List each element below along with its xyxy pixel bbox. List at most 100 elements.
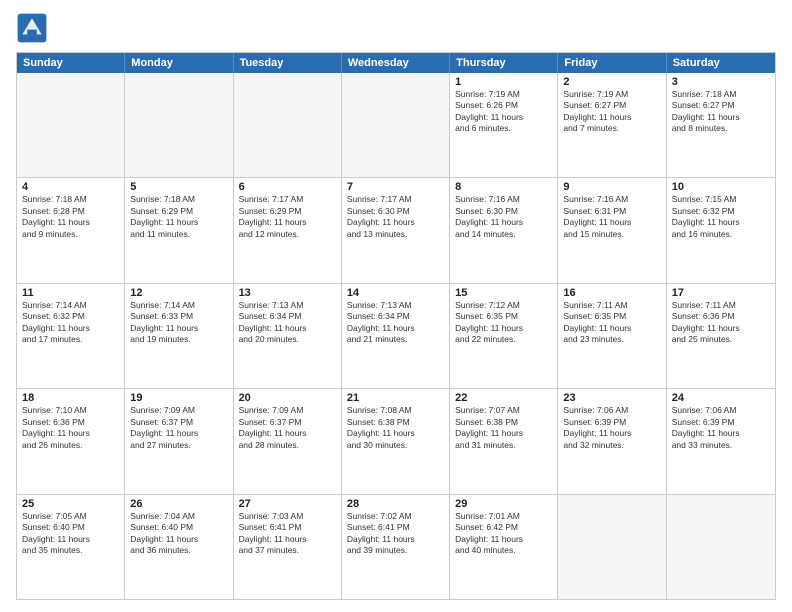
day-number: 8 bbox=[455, 181, 552, 193]
day-number: 19 bbox=[130, 392, 227, 404]
day-info: Sunrise: 7:01 AM Sunset: 6:42 PM Dayligh… bbox=[455, 511, 552, 557]
cal-day-18: 18Sunrise: 7:10 AM Sunset: 6:36 PM Dayli… bbox=[17, 389, 125, 493]
cal-day-29: 29Sunrise: 7:01 AM Sunset: 6:42 PM Dayli… bbox=[450, 495, 558, 599]
day-info: Sunrise: 7:15 AM Sunset: 6:32 PM Dayligh… bbox=[672, 194, 770, 240]
header-day-tuesday: Tuesday bbox=[234, 53, 342, 73]
day-number: 2 bbox=[563, 76, 660, 88]
day-info: Sunrise: 7:14 AM Sunset: 6:33 PM Dayligh… bbox=[130, 300, 227, 346]
day-number: 26 bbox=[130, 498, 227, 510]
day-info: Sunrise: 7:04 AM Sunset: 6:40 PM Dayligh… bbox=[130, 511, 227, 557]
cal-day-22: 22Sunrise: 7:07 AM Sunset: 6:38 PM Dayli… bbox=[450, 389, 558, 493]
day-info: Sunrise: 7:09 AM Sunset: 6:37 PM Dayligh… bbox=[130, 405, 227, 451]
day-info: Sunrise: 7:06 AM Sunset: 6:39 PM Dayligh… bbox=[563, 405, 660, 451]
day-number: 22 bbox=[455, 392, 552, 404]
day-number: 20 bbox=[239, 392, 336, 404]
header-day-wednesday: Wednesday bbox=[342, 53, 450, 73]
day-number: 13 bbox=[239, 287, 336, 299]
cal-day-empty bbox=[667, 495, 775, 599]
cal-day-9: 9Sunrise: 7:16 AM Sunset: 6:31 PM Daylig… bbox=[558, 178, 666, 282]
day-info: Sunrise: 7:19 AM Sunset: 6:26 PM Dayligh… bbox=[455, 89, 552, 135]
header-area bbox=[16, 12, 776, 44]
cal-week-4: 18Sunrise: 7:10 AM Sunset: 6:36 PM Dayli… bbox=[17, 388, 775, 493]
cal-day-3: 3Sunrise: 7:18 AM Sunset: 6:27 PM Daylig… bbox=[667, 73, 775, 177]
cal-day-21: 21Sunrise: 7:08 AM Sunset: 6:38 PM Dayli… bbox=[342, 389, 450, 493]
day-info: Sunrise: 7:18 AM Sunset: 6:28 PM Dayligh… bbox=[22, 194, 119, 240]
header-day-monday: Monday bbox=[125, 53, 233, 73]
day-number: 4 bbox=[22, 181, 119, 193]
day-info: Sunrise: 7:06 AM Sunset: 6:39 PM Dayligh… bbox=[672, 405, 770, 451]
day-number: 3 bbox=[672, 76, 770, 88]
cal-day-28: 28Sunrise: 7:02 AM Sunset: 6:41 PM Dayli… bbox=[342, 495, 450, 599]
day-number: 1 bbox=[455, 76, 552, 88]
cal-day-empty bbox=[342, 73, 450, 177]
day-info: Sunrise: 7:10 AM Sunset: 6:36 PM Dayligh… bbox=[22, 405, 119, 451]
day-info: Sunrise: 7:12 AM Sunset: 6:35 PM Dayligh… bbox=[455, 300, 552, 346]
day-number: 15 bbox=[455, 287, 552, 299]
calendar: SundayMondayTuesdayWednesdayThursdayFrid… bbox=[16, 52, 776, 600]
cal-body: 1Sunrise: 7:19 AM Sunset: 6:26 PM Daylig… bbox=[17, 73, 775, 599]
day-info: Sunrise: 7:13 AM Sunset: 6:34 PM Dayligh… bbox=[347, 300, 444, 346]
day-info: Sunrise: 7:18 AM Sunset: 6:29 PM Dayligh… bbox=[130, 194, 227, 240]
cal-day-27: 27Sunrise: 7:03 AM Sunset: 6:41 PM Dayli… bbox=[234, 495, 342, 599]
header-day-thursday: Thursday bbox=[450, 53, 558, 73]
cal-day-20: 20Sunrise: 7:09 AM Sunset: 6:37 PM Dayli… bbox=[234, 389, 342, 493]
cal-day-4: 4Sunrise: 7:18 AM Sunset: 6:28 PM Daylig… bbox=[17, 178, 125, 282]
cal-week-2: 4Sunrise: 7:18 AM Sunset: 6:28 PM Daylig… bbox=[17, 177, 775, 282]
day-number: 12 bbox=[130, 287, 227, 299]
cal-day-1: 1Sunrise: 7:19 AM Sunset: 6:26 PM Daylig… bbox=[450, 73, 558, 177]
cal-day-17: 17Sunrise: 7:11 AM Sunset: 6:36 PM Dayli… bbox=[667, 284, 775, 388]
cal-day-23: 23Sunrise: 7:06 AM Sunset: 6:39 PM Dayli… bbox=[558, 389, 666, 493]
cal-week-1: 1Sunrise: 7:19 AM Sunset: 6:26 PM Daylig… bbox=[17, 73, 775, 177]
day-number: 25 bbox=[22, 498, 119, 510]
cal-week-5: 25Sunrise: 7:05 AM Sunset: 6:40 PM Dayli… bbox=[17, 494, 775, 599]
day-number: 28 bbox=[347, 498, 444, 510]
cal-day-6: 6Sunrise: 7:17 AM Sunset: 6:29 PM Daylig… bbox=[234, 178, 342, 282]
cal-day-empty bbox=[234, 73, 342, 177]
day-info: Sunrise: 7:05 AM Sunset: 6:40 PM Dayligh… bbox=[22, 511, 119, 557]
day-info: Sunrise: 7:07 AM Sunset: 6:38 PM Dayligh… bbox=[455, 405, 552, 451]
day-number: 9 bbox=[563, 181, 660, 193]
cal-day-16: 16Sunrise: 7:11 AM Sunset: 6:35 PM Dayli… bbox=[558, 284, 666, 388]
day-info: Sunrise: 7:09 AM Sunset: 6:37 PM Dayligh… bbox=[239, 405, 336, 451]
day-number: 21 bbox=[347, 392, 444, 404]
day-info: Sunrise: 7:14 AM Sunset: 6:32 PM Dayligh… bbox=[22, 300, 119, 346]
cal-day-26: 26Sunrise: 7:04 AM Sunset: 6:40 PM Dayli… bbox=[125, 495, 233, 599]
day-number: 11 bbox=[22, 287, 119, 299]
cal-day-empty bbox=[558, 495, 666, 599]
day-info: Sunrise: 7:17 AM Sunset: 6:30 PM Dayligh… bbox=[347, 194, 444, 240]
cal-day-12: 12Sunrise: 7:14 AM Sunset: 6:33 PM Dayli… bbox=[125, 284, 233, 388]
cal-day-8: 8Sunrise: 7:16 AM Sunset: 6:30 PM Daylig… bbox=[450, 178, 558, 282]
cal-day-empty bbox=[125, 73, 233, 177]
day-info: Sunrise: 7:03 AM Sunset: 6:41 PM Dayligh… bbox=[239, 511, 336, 557]
header-day-saturday: Saturday bbox=[667, 53, 775, 73]
day-info: Sunrise: 7:02 AM Sunset: 6:41 PM Dayligh… bbox=[347, 511, 444, 557]
day-number: 29 bbox=[455, 498, 552, 510]
cal-day-19: 19Sunrise: 7:09 AM Sunset: 6:37 PM Dayli… bbox=[125, 389, 233, 493]
day-info: Sunrise: 7:08 AM Sunset: 6:38 PM Dayligh… bbox=[347, 405, 444, 451]
day-info: Sunrise: 7:11 AM Sunset: 6:36 PM Dayligh… bbox=[672, 300, 770, 346]
day-number: 17 bbox=[672, 287, 770, 299]
day-number: 7 bbox=[347, 181, 444, 193]
logo-icon bbox=[16, 12, 48, 44]
day-number: 10 bbox=[672, 181, 770, 193]
day-number: 27 bbox=[239, 498, 336, 510]
day-info: Sunrise: 7:19 AM Sunset: 6:27 PM Dayligh… bbox=[563, 89, 660, 135]
cal-week-3: 11Sunrise: 7:14 AM Sunset: 6:32 PM Dayli… bbox=[17, 283, 775, 388]
logo bbox=[16, 12, 52, 44]
day-number: 14 bbox=[347, 287, 444, 299]
header-day-friday: Friday bbox=[558, 53, 666, 73]
day-info: Sunrise: 7:11 AM Sunset: 6:35 PM Dayligh… bbox=[563, 300, 660, 346]
day-number: 23 bbox=[563, 392, 660, 404]
day-info: Sunrise: 7:13 AM Sunset: 6:34 PM Dayligh… bbox=[239, 300, 336, 346]
cal-day-2: 2Sunrise: 7:19 AM Sunset: 6:27 PM Daylig… bbox=[558, 73, 666, 177]
day-info: Sunrise: 7:17 AM Sunset: 6:29 PM Dayligh… bbox=[239, 194, 336, 240]
cal-day-25: 25Sunrise: 7:05 AM Sunset: 6:40 PM Dayli… bbox=[17, 495, 125, 599]
cal-day-7: 7Sunrise: 7:17 AM Sunset: 6:30 PM Daylig… bbox=[342, 178, 450, 282]
day-info: Sunrise: 7:16 AM Sunset: 6:31 PM Dayligh… bbox=[563, 194, 660, 240]
cal-day-10: 10Sunrise: 7:15 AM Sunset: 6:32 PM Dayli… bbox=[667, 178, 775, 282]
header-day-sunday: Sunday bbox=[17, 53, 125, 73]
day-number: 18 bbox=[22, 392, 119, 404]
cal-day-14: 14Sunrise: 7:13 AM Sunset: 6:34 PM Dayli… bbox=[342, 284, 450, 388]
page: SundayMondayTuesdayWednesdayThursdayFrid… bbox=[0, 0, 792, 612]
cal-day-11: 11Sunrise: 7:14 AM Sunset: 6:32 PM Dayli… bbox=[17, 284, 125, 388]
